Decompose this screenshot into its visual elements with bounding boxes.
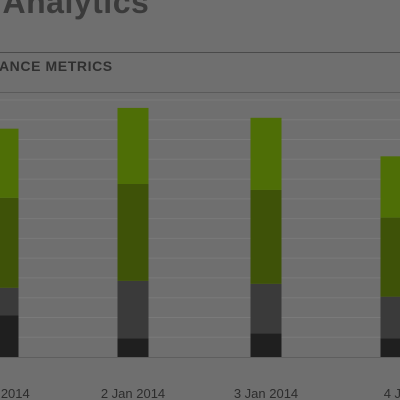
x-tick-label: Jan 2014 bbox=[0, 386, 30, 400]
bar-segment-1-1[interactable] bbox=[0, 315, 19, 357]
stacked-bar-chart: Jan 2014 2 Jan 2014 3 Jan 2014 4 Ja bbox=[0, 99, 400, 400]
bar-segment-3-3[interactable] bbox=[250, 189, 282, 284]
bar-segment-2-2[interactable] bbox=[117, 280, 149, 339]
bar-segment-3-1[interactable] bbox=[0, 197, 19, 288]
bar-segment-2-1[interactable] bbox=[0, 287, 19, 316]
x-tick-label: 2 Jan 2014 bbox=[101, 386, 165, 400]
bar-segment-4-1[interactable] bbox=[0, 128, 19, 198]
bar-segment-3-4[interactable] bbox=[380, 217, 400, 297]
bar-segment-3-2[interactable] bbox=[117, 184, 149, 281]
bar-segment-4-2[interactable] bbox=[117, 107, 149, 185]
x-tick-label: 3 Jan 2014 bbox=[234, 386, 298, 400]
bar-segment-4-4[interactable] bbox=[380, 156, 400, 218]
bar-segment-1-3[interactable] bbox=[250, 333, 282, 357]
x-tick-label: 4 Ja bbox=[384, 386, 400, 400]
bar-segment-1-2[interactable] bbox=[117, 338, 149, 357]
bar-segment-2-4[interactable] bbox=[380, 296, 400, 339]
bar-segment-1-4[interactable] bbox=[380, 338, 400, 357]
bar-segment-4-3[interactable] bbox=[250, 117, 282, 190]
analytics-page: e Analytics RMANCE METRICS Jan 20142 Jan… bbox=[0, 0, 400, 400]
bar-segment-2-3[interactable] bbox=[250, 283, 282, 334]
